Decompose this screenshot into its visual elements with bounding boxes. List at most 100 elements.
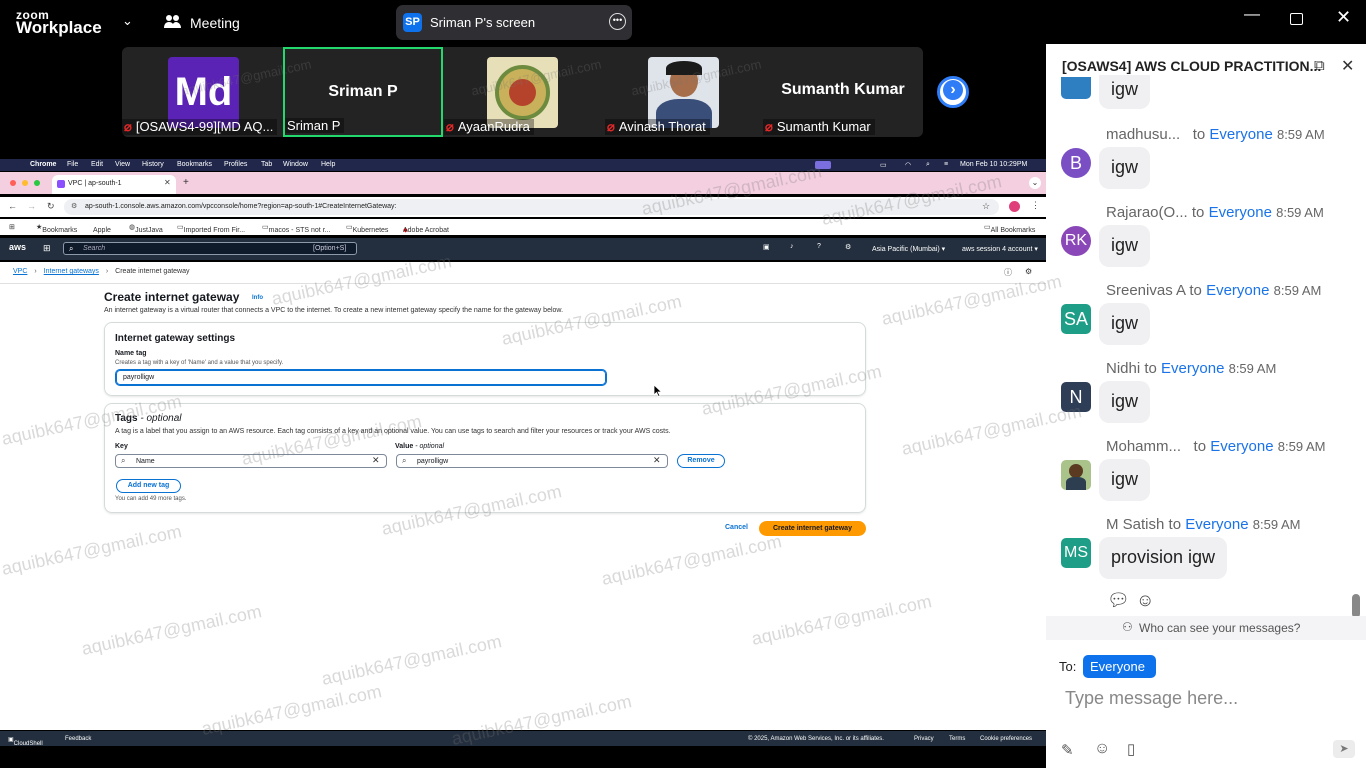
info-panel-icon[interactable]: ⓘ — [1004, 267, 1012, 278]
clear-icon[interactable]: ✕ — [372, 455, 380, 466]
info-link[interactable]: Info — [252, 295, 263, 301]
control-center-icon[interactable]: ≡ — [944, 161, 948, 168]
zoom-window-icon[interactable] — [34, 180, 40, 186]
screen-share-status-icon[interactable] — [815, 161, 831, 169]
chevron-down-icon[interactable]: ⌄ — [122, 13, 133, 29]
vpc-favicon-icon — [57, 180, 65, 188]
page-description: An internet gateway is a virtual router … — [104, 307, 564, 314]
next-page-button[interactable]: › — [937, 76, 969, 108]
tab-search-icon[interactable]: ⌄ — [1029, 177, 1041, 189]
participant-tile[interactable]: Sumanth Kumar ⌀ Sumanth Kumar — [763, 47, 923, 137]
menu-item[interactable]: Profiles — [224, 161, 247, 168]
breadcrumb-internet-gateways[interactable]: Internet gateways — [44, 268, 99, 275]
services-grid-icon[interactable]: ⊞ — [43, 243, 51, 254]
people-icon: ⚇ — [1122, 620, 1133, 634]
bell-icon[interactable]: ♪ — [790, 243, 794, 250]
menu-item[interactable]: Bookmarks — [177, 161, 212, 168]
message-bubble: igw — [1099, 303, 1151, 345]
restore-icon[interactable] — [1290, 13, 1303, 25]
more-options-icon[interactable]: ••• — [609, 13, 626, 30]
close-icon[interactable]: ✕ — [1336, 7, 1351, 28]
feedback-link[interactable]: Feedback — [65, 736, 91, 742]
new-tab-icon[interactable]: + — [183, 177, 189, 188]
name-tag-input[interactable]: payrolligw — [116, 370, 606, 385]
bookmark-item[interactable]: ▭ Imported From Fir... — [177, 223, 245, 234]
clear-icon[interactable]: ✕ — [653, 455, 661, 466]
participant-tile-active-speaker[interactable]: Sriman P Sriman P — [283, 47, 443, 137]
bookmark-star-icon[interactable]: ☆ — [982, 201, 990, 212]
cancel-button[interactable]: Cancel — [725, 524, 748, 531]
aws-search-input[interactable]: ⌕ Search [Option+S] — [63, 242, 357, 255]
tag-value-input[interactable]: ⌕ payrolligw ✕ — [396, 454, 668, 468]
participant-tile[interactable]: Md ⌀ [OSAWS4-99][MD AQ... — [122, 47, 282, 137]
apps-grid-icon[interactable]: ⊞ — [9, 223, 15, 231]
create-internet-gateway-button[interactable]: Create internet gateway — [759, 521, 866, 536]
close-tab-icon[interactable]: ✕ — [164, 178, 171, 187]
gear-icon[interactable]: ⚙ — [845, 243, 851, 251]
close-window-icon[interactable] — [10, 180, 16, 186]
browser-tab-active[interactable]: VPC | ap-south-1 ✕ — [52, 175, 176, 194]
aws-logo[interactable]: aws — [9, 242, 26, 252]
scrollbar-thumb[interactable] — [1352, 594, 1360, 618]
menu-item[interactable]: File — [67, 161, 78, 168]
participants-icon[interactable] — [164, 14, 181, 29]
search-icon[interactable]: ⌕ — [926, 161, 930, 169]
menu-item[interactable]: Tab — [261, 161, 272, 168]
region-selector[interactable]: Asia Pacific (Mumbai) ▾ — [872, 245, 945, 253]
settings-panel-icon[interactable]: ⚙ — [1025, 267, 1032, 276]
send-icon[interactable]: ➤ — [1333, 740, 1355, 758]
reload-icon[interactable]: ↻ — [47, 201, 55, 212]
add-new-tag-button[interactable]: Add new tag — [116, 479, 181, 493]
tag-key-input[interactable]: ⌕ Name ✕ — [115, 454, 387, 468]
menu-item[interactable]: Window — [283, 161, 308, 168]
profile-avatar[interactable] — [1009, 201, 1020, 212]
muted-mic-icon: ⌀ — [446, 119, 454, 134]
menu-item[interactable]: Help — [321, 161, 335, 168]
who-can-see-link[interactable]: Who can see your messages? — [1139, 621, 1300, 635]
file-icon[interactable]: ▯ — [1127, 740, 1135, 758]
remove-tag-button[interactable]: Remove — [677, 454, 725, 468]
name-tag-label: Name tag — [115, 350, 147, 357]
help-icon[interactable]: ? — [817, 243, 821, 250]
account-menu[interactable]: aws session 4 account ▾ — [962, 245, 1038, 253]
forward-icon[interactable]: → — [27, 201, 36, 211]
all-bookmarks[interactable]: ▭ All Bookmarks — [984, 223, 1035, 234]
avatar: SA — [1061, 304, 1091, 334]
add-reaction-icon[interactable]: ☺ — [1136, 590, 1154, 611]
bookmark-item[interactable]: ◍ JustJava — [129, 223, 163, 234]
chrome-menu-icon[interactable]: ⋮ — [1031, 200, 1040, 211]
terms-link[interactable]: Terms — [949, 736, 965, 742]
cookie-preferences-link[interactable]: Cookie preferences — [980, 736, 1032, 742]
address-bar[interactable]: ⚙ ap-south-1.console.aws.amazon.com/vpcc… — [64, 199, 999, 215]
menu-item[interactable]: Edit — [91, 161, 103, 168]
screen-share-indicator[interactable]: SP Sriman P's screen ••• — [396, 5, 632, 40]
minimize-window-icon[interactable] — [22, 180, 28, 186]
close-chat-icon[interactable]: ✕ — [1341, 56, 1354, 76]
participant-tile[interactable]: ⌀ AyaanRudra — [444, 47, 604, 137]
aws-top-nav: aws ⊞ ⌕ Search [Option+S] ▣ ♪ ? ⚙ Asia P… — [0, 238, 1046, 260]
menu-item[interactable]: View — [115, 161, 130, 168]
bookmark-item[interactable]: ▭ macos - STS not r... — [262, 223, 330, 234]
bookmark-item[interactable]: ★ Bookmarks — [36, 223, 77, 234]
cloudshell-link[interactable]: ▣ CloudShell — [8, 736, 43, 747]
back-icon[interactable]: ← — [8, 201, 17, 211]
menu-item[interactable]: History — [142, 161, 164, 168]
message-input[interactable]: Type message here... — [1065, 688, 1238, 709]
site-info-icon[interactable]: ⚙ — [71, 202, 77, 210]
recipient-dropdown[interactable]: Everyone ⌄ — [1083, 655, 1156, 689]
wifi-icon[interactable]: ◠ — [905, 161, 911, 169]
reply-icon[interactable]: 💬︎ — [1107, 590, 1130, 611]
pop-out-icon[interactable]: ⧉ — [1314, 57, 1325, 74]
emoji-icon[interactable]: ☺ — [1094, 740, 1110, 758]
minimize-icon[interactable]: — — [1244, 6, 1260, 24]
participant-tile[interactable]: ⌀ Avinash Thorat — [605, 47, 765, 137]
format-text-icon[interactable]: ✎ — [1061, 741, 1074, 759]
cloudshell-icon[interactable]: ▣ — [763, 243, 770, 251]
meeting-menu-label[interactable]: Meeting — [190, 15, 240, 31]
breadcrumb-vpc[interactable]: VPC — [13, 268, 27, 275]
bookmark-item[interactable]: ▭ Kubernetes — [346, 223, 388, 234]
participant-big-name: Sumanth Kumar — [781, 81, 905, 98]
privacy-link[interactable]: Privacy — [914, 736, 934, 742]
battery-icon[interactable]: ▭ — [880, 161, 887, 169]
menu-item[interactable]: Chrome — [30, 161, 56, 168]
